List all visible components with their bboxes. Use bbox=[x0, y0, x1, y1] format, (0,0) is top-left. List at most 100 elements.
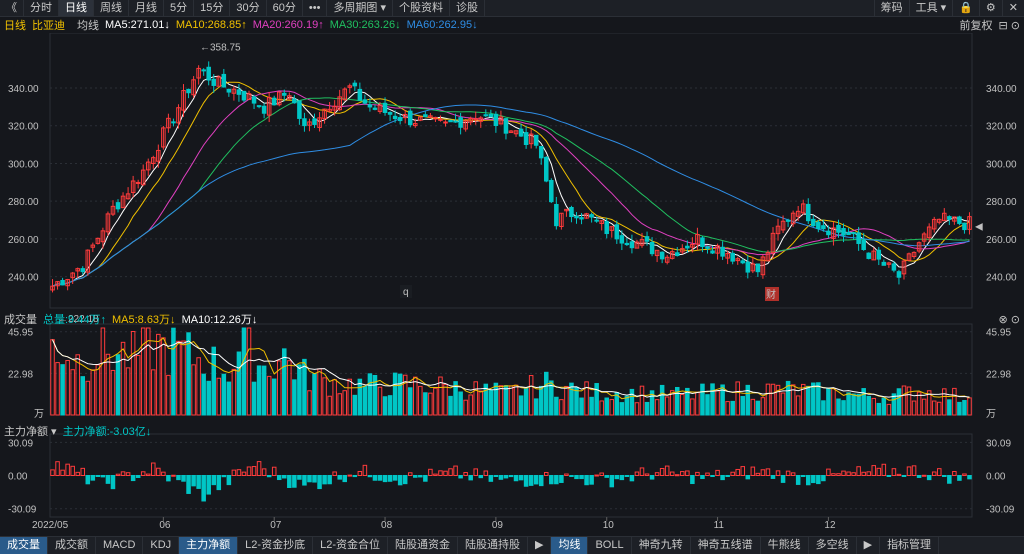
candle-body bbox=[458, 117, 463, 128]
month-label: 07 bbox=[270, 520, 282, 531]
indicator-tab-13[interactable]: 神奇五线谱 bbox=[691, 537, 761, 554]
period-tab-1[interactable]: 分时 bbox=[24, 0, 59, 16]
period-tab-5[interactable]: 5分 bbox=[164, 0, 195, 16]
flow-bar bbox=[463, 472, 468, 477]
flow-bar bbox=[226, 475, 232, 486]
period-tab-12[interactable]: 诊股 bbox=[450, 0, 486, 16]
volume-bar bbox=[488, 389, 494, 416]
flow-bar bbox=[967, 475, 972, 480]
candle-body bbox=[846, 231, 851, 236]
lock-icon[interactable]: 🔒 bbox=[952, 0, 979, 16]
flow-bar bbox=[176, 475, 181, 481]
indicator-tab-3[interactable]: KDJ bbox=[143, 537, 180, 554]
flow-bar bbox=[186, 475, 191, 494]
toolbar-right: 筹码 工具 ▾ 🔒 ⚙ ✕ bbox=[873, 0, 1024, 16]
period-tab-4[interactable]: 月线 bbox=[129, 0, 164, 16]
flow-bar bbox=[811, 475, 816, 484]
volume-bar bbox=[770, 383, 776, 416]
flow-bar bbox=[614, 475, 620, 480]
period-tab-11[interactable]: 个股资料 bbox=[393, 0, 451, 16]
flow-bar bbox=[589, 475, 594, 485]
candle-body bbox=[730, 252, 735, 262]
flow-tick-left: -30.09 bbox=[8, 505, 37, 516]
indicator-tab-2[interactable]: MACD bbox=[96, 537, 144, 554]
volume-bar bbox=[90, 369, 96, 416]
volume-bar bbox=[609, 399, 615, 416]
period-tab-6[interactable]: 15分 bbox=[194, 0, 231, 16]
volume-bar bbox=[680, 393, 685, 416]
flow-bar bbox=[896, 473, 902, 476]
period-tab-0[interactable]: 《 bbox=[0, 0, 24, 16]
period-tab-2[interactable]: 日线 bbox=[59, 0, 94, 16]
volume-bar bbox=[816, 382, 821, 416]
candle-body bbox=[579, 217, 584, 220]
flow-bar bbox=[402, 475, 408, 485]
flow-bar bbox=[911, 465, 917, 477]
volume-bar bbox=[947, 399, 952, 416]
indicator-tab-10[interactable]: 均线 bbox=[551, 537, 589, 554]
volume-bar bbox=[186, 332, 191, 416]
toolbar-right-item-1[interactable]: 工具 ▾ bbox=[908, 0, 953, 16]
month-label: 2022/05 bbox=[32, 520, 69, 531]
flow-bar bbox=[135, 475, 141, 478]
volume-bar bbox=[433, 387, 438, 416]
indicator-tab-12[interactable]: 神奇九转 bbox=[632, 537, 691, 554]
indicator-tab-6[interactable]: L2-资金合位 bbox=[313, 537, 388, 554]
indicator-tab-1[interactable]: 成交额 bbox=[48, 537, 96, 554]
indicator-tab-5[interactable]: L2-资金抄底 bbox=[238, 537, 314, 554]
volume-bar bbox=[473, 381, 478, 416]
indicator-tab-17[interactable]: 指标管理 bbox=[880, 537, 940, 554]
period-tab-8[interactable]: 60分 bbox=[267, 0, 303, 16]
toolbar-right-item-0[interactable]: 筹码 bbox=[873, 0, 909, 16]
indicator-tab-16[interactable]: ▶ bbox=[857, 537, 881, 554]
flow-bar bbox=[735, 468, 740, 476]
indicator-tab-4[interactable]: 主力净额 bbox=[179, 537, 239, 554]
volume-bar bbox=[921, 398, 927, 416]
kline-chart[interactable]: 240.00 240.00 260.00 260.00 280.00 280.00 300.… bbox=[0, 33, 1024, 543]
candle-body bbox=[785, 219, 791, 222]
flow-bar bbox=[795, 475, 801, 485]
period-tab-3[interactable]: 周线 bbox=[94, 0, 129, 16]
volume-bar bbox=[292, 379, 297, 416]
indicator-tab-0[interactable]: 成交量 bbox=[0, 537, 48, 554]
ma-label[interactable]: 均线 bbox=[77, 17, 99, 33]
candle-body bbox=[544, 156, 549, 182]
candle-body bbox=[407, 110, 413, 126]
indicator-tab-7[interactable]: 陆股通资金 bbox=[388, 537, 458, 554]
flow-bar bbox=[674, 474, 680, 477]
indicator-tab-15[interactable]: 多空线 bbox=[809, 537, 857, 554]
gear-icon[interactable]: ⚙ bbox=[978, 0, 1002, 16]
panel-controls[interactable]: ⊟ ⊙ bbox=[999, 19, 1021, 32]
flow-label[interactable]: 主力净额 ▾ bbox=[4, 423, 57, 439]
volume-bar bbox=[841, 400, 846, 416]
price-panel-header: 日线 比亚迪 均线 MA5:271.01↓ MA10:268.85↑ MA20:26… bbox=[0, 17, 1024, 33]
indicator-tab-14[interactable]: 牛熊线 bbox=[761, 537, 809, 554]
period-tab-7[interactable]: 30分 bbox=[230, 0, 267, 16]
candle-body bbox=[836, 224, 841, 233]
period-tab-9[interactable]: ••• bbox=[303, 0, 328, 16]
volume-bar bbox=[584, 381, 589, 416]
adjust-label[interactable]: 前复权 bbox=[960, 17, 993, 33]
volume-bar bbox=[85, 380, 91, 416]
volume-bar bbox=[508, 385, 514, 416]
stock-name[interactable]: 比亚迪 bbox=[32, 17, 65, 33]
flow-bar bbox=[836, 473, 841, 477]
volume-bar bbox=[720, 384, 725, 416]
indicator-tab-9[interactable]: ▶ bbox=[528, 537, 552, 554]
flow-bar bbox=[151, 462, 156, 476]
flow-bar bbox=[856, 466, 861, 476]
indicator-tab-11[interactable]: BOLL bbox=[588, 537, 632, 554]
candle-body bbox=[841, 228, 846, 236]
volume-bar bbox=[115, 354, 121, 416]
flow-bar bbox=[312, 475, 317, 483]
period-tab-10[interactable]: 多周期图 ▾ bbox=[327, 0, 394, 16]
volume-bar bbox=[936, 401, 942, 416]
volume-close-icon[interactable]: ⊗ ⊙ bbox=[999, 313, 1021, 326]
volume-bar bbox=[377, 386, 383, 416]
candle-body bbox=[574, 215, 579, 219]
price-tick-left: 340.00 bbox=[8, 84, 39, 95]
close-icon[interactable]: ✕ bbox=[1001, 0, 1024, 16]
volume-ma10: MA10:12.26万↓ bbox=[181, 314, 258, 326]
indicator-tab-8[interactable]: 陆股通持股 bbox=[458, 537, 528, 554]
volume-bar bbox=[856, 393, 861, 416]
